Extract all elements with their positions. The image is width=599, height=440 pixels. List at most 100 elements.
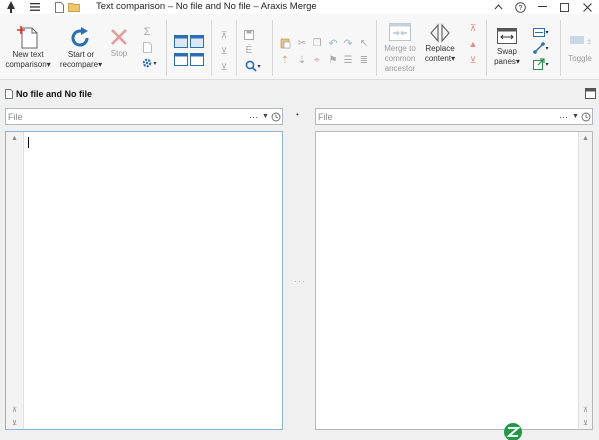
left-browse-button[interactable]: ··· (249, 110, 258, 123)
right-file-input[interactable] (318, 110, 538, 123)
undo-icon[interactable]: ↶ (327, 37, 339, 50)
insert-right-icon[interactable]: ⇣ (296, 54, 308, 66)
last-change-icon[interactable]: ⊻ (218, 61, 230, 73)
cut-icon[interactable]: ✂ (296, 37, 308, 49)
mark-icon[interactable]: ⌖ (311, 54, 323, 66)
last-conflict-icon[interactable]: ⊻ (467, 54, 479, 66)
ribbon-separator (560, 20, 561, 76)
find-icon[interactable]: ▾ (241, 60, 265, 72)
stop-x-icon (110, 28, 128, 46)
open-folder-icon[interactable] (67, 0, 81, 14)
last-line-icon[interactable]: ⊻ (581, 419, 590, 427)
next-conflict-icon[interactable]: ⊼ (467, 22, 479, 34)
window-title: Text comparison – No file and No file – … (96, 1, 317, 12)
right-text-pane[interactable]: ▲ ⊼ ⊻ (315, 131, 593, 430)
new-text-sub-label: comparison▾ (5, 60, 51, 69)
close-button[interactable] (575, 0, 599, 14)
ribbon-separator (166, 20, 167, 76)
paste-icon[interactable] (279, 37, 291, 49)
svg-text:?: ? (518, 5, 522, 12)
scroll-up-icon[interactable]: ▲ (10, 135, 19, 142)
toggle-button[interactable]: ± Toggle (563, 32, 597, 64)
blank-page-icon[interactable] (141, 41, 153, 53)
document-title: No file and No file (16, 89, 93, 99)
menu-icon[interactable] (28, 0, 42, 14)
ribbon-separator (376, 20, 377, 76)
connect-icon[interactable]: ▾ (531, 42, 551, 54)
ribbon-separator (211, 20, 212, 76)
minimize-ribbon-button[interactable] (486, 0, 510, 14)
start-recompare-button[interactable]: Start or recompare▾ (56, 26, 106, 70)
ribbon-separator (236, 20, 237, 76)
new-document-plus-icon (17, 26, 39, 50)
select-icon[interactable]: ↖ (358, 37, 370, 49)
copy-icon[interactable]: ❐ (311, 37, 323, 49)
sigma-icon[interactable]: Σ (141, 26, 153, 38)
insert-left-icon[interactable]: ⇡ (279, 54, 291, 66)
merge-sub-label-2: ancestor (384, 64, 416, 73)
left-text-pane[interactable]: ▲ ⊼ ⊻ (5, 131, 283, 430)
left-dropdown-icon[interactable]: ▼ (262, 110, 269, 123)
panel-toggle-icon[interactable] (585, 88, 596, 99)
swap-sub-label: panes▾ (494, 57, 520, 66)
left-gutter: ▲ ⊼ ⊻ (6, 132, 24, 429)
swap-icon (496, 26, 518, 46)
right-gutter-blank: ▲ ⊼ ⊻ (578, 132, 592, 429)
start-sub-label: recompare▾ (59, 60, 103, 69)
start-label: Start or (67, 50, 95, 59)
document-icon (5, 89, 13, 99)
swap-label: Swap (496, 47, 517, 56)
right-file-box: ··· ▼ (315, 108, 593, 125)
scroll-up-icon[interactable]: ▲ (581, 135, 590, 142)
layout-two-pane-icon[interactable] (174, 35, 204, 48)
settings-gear-icon[interactable]: ▾ (139, 57, 159, 69)
ribbon-separator (272, 20, 273, 76)
indent-icon[interactable]: ≣ (358, 54, 370, 66)
toggle-label: Toggle (568, 54, 592, 63)
save-icon[interactable] (243, 29, 255, 41)
ribbon-separator (486, 20, 487, 76)
new-text-comparison-button[interactable]: New text comparison▾ (2, 26, 54, 70)
compare-mode-icon[interactable]: ▾ (531, 26, 551, 38)
recompare-icon (70, 26, 92, 50)
right-browse-button[interactable]: ··· (559, 110, 568, 123)
right-dropdown-icon[interactable]: ▼ (572, 110, 579, 123)
pane-splitter[interactable]: ··· (294, 276, 306, 286)
maximize-button[interactable] (552, 0, 576, 14)
replace-sub-label: content▾ (424, 54, 456, 63)
swap-panes-button[interactable]: Swap panes▾ (489, 26, 525, 67)
watermark-logo-icon (503, 422, 523, 440)
edit-text-icon[interactable]: É (243, 44, 255, 56)
last-line-icon[interactable]: ⊻ (10, 419, 19, 427)
replace-arrows-icon (428, 22, 452, 44)
first-change-icon[interactable]: ⊼ (218, 29, 230, 41)
minimize-button[interactable] (530, 0, 554, 14)
new-text-label: New text (12, 50, 44, 59)
previous-conflict-icon[interactable]: ▲ (467, 38, 479, 50)
left-file-box: ··· ▼ (5, 108, 283, 125)
previous-change-icon[interactable]: ⊻ (218, 45, 230, 57)
merge-sub-label-1: common (384, 54, 416, 63)
center-dot: • (296, 110, 299, 119)
text-cursor (28, 137, 29, 148)
replace-content-button[interactable]: Replace content▾ (420, 22, 460, 64)
stop-button[interactable]: Stop (106, 28, 132, 59)
merge-label: Merge to (384, 44, 416, 53)
layout-stacked-icon[interactable] (174, 53, 204, 66)
left-file-input[interactable] (8, 110, 228, 123)
merge-to-common-ancestor-button[interactable]: Merge to common ancestor (380, 20, 420, 74)
right-history-icon[interactable] (581, 110, 591, 123)
first-line-icon[interactable]: ⊼ (581, 406, 590, 414)
export-icon[interactable]: ▾ (531, 58, 551, 70)
left-history-icon[interactable] (271, 110, 281, 123)
new-document-icon[interactable] (52, 0, 66, 14)
align-icon[interactable]: ☰ (342, 54, 354, 66)
redo-icon[interactable]: ↷ (342, 37, 354, 50)
first-line-icon[interactable]: ⊼ (10, 406, 19, 414)
replace-label: Replace (425, 44, 455, 53)
document-header: No file and No file (0, 86, 599, 102)
help-button[interactable]: ? (508, 0, 532, 14)
svg-text:±: ± (587, 37, 591, 46)
toggle-icon: ± (569, 32, 592, 48)
bookmark-icon[interactable]: ⚑ (327, 54, 339, 66)
